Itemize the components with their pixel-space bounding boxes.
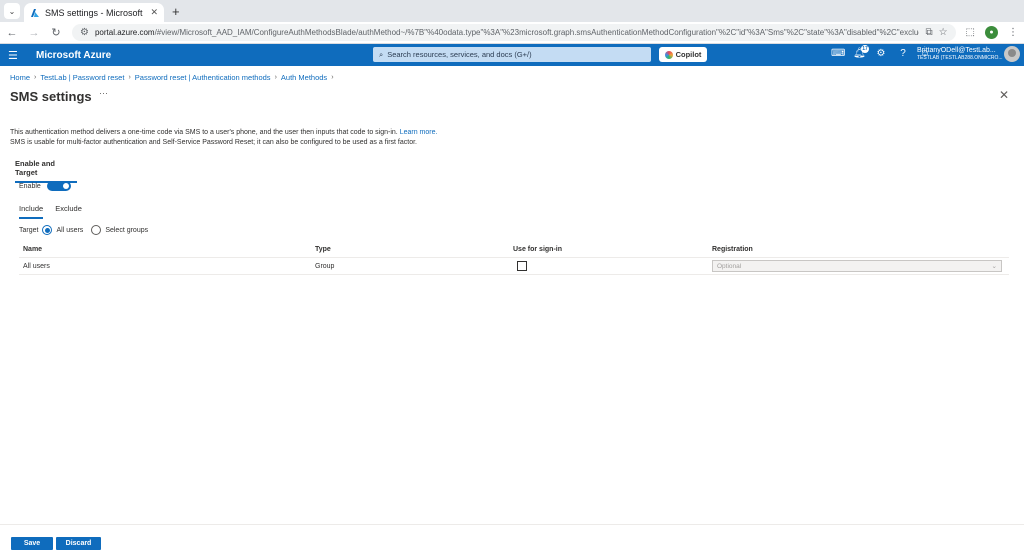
close-icon[interactable]: ✕ bbox=[999, 88, 1009, 102]
description: This authentication method delivers a on… bbox=[10, 128, 437, 148]
row-name: All users bbox=[23, 262, 50, 270]
reload-icon[interactable]: ↻ bbox=[50, 26, 62, 39]
column-header-name: Name bbox=[23, 245, 43, 253]
search-placeholder: Search resources, services, and docs (G+… bbox=[387, 50, 532, 59]
targets-grid: Name Type Use for sign-in Registration A… bbox=[19, 241, 1009, 275]
copilot-label: Copilot bbox=[675, 50, 702, 59]
profile-icon[interactable]: ● bbox=[985, 26, 998, 39]
target-row: Target All users Select groups bbox=[19, 225, 152, 235]
footer: Save Discard bbox=[0, 524, 1024, 559]
browser-menu-icon[interactable]: ⋮ bbox=[1008, 27, 1018, 38]
global-search-input[interactable]: ⌕ Search resources, services, and docs (… bbox=[373, 47, 651, 62]
cast-icon[interactable]: ⧉ bbox=[925, 27, 932, 38]
azure-brand[interactable]: Microsoft Azure bbox=[36, 50, 111, 61]
radio-select-groups-label[interactable]: Select groups bbox=[105, 227, 148, 234]
breadcrumb-auth-methods[interactable]: Password reset | Authentication methods bbox=[135, 73, 271, 82]
tab-include[interactable]: Include bbox=[19, 204, 44, 219]
chevron-right-icon: › bbox=[274, 74, 277, 81]
browser-tab-strip: ⌄ SMS settings - Microsoft ✕ + bbox=[0, 0, 1024, 22]
discard-button[interactable]: Discard bbox=[56, 537, 101, 550]
chevron-down-icon: ⌄ bbox=[991, 263, 997, 270]
url-field[interactable]: ⚙ portal.azure.com/#view/Microsoft_AAD_I… bbox=[72, 24, 956, 41]
use-for-sign-in-checkbox[interactable] bbox=[517, 261, 527, 271]
settings-icon[interactable]: ⚙ bbox=[875, 48, 887, 59]
more-options-icon[interactable]: ··· bbox=[99, 88, 108, 98]
portal-menu-icon[interactable]: ☰ bbox=[8, 49, 26, 62]
table-row: All users Group Optional ⌄ bbox=[19, 258, 1009, 275]
tab-title: SMS settings - Microsoft bbox=[45, 7, 143, 18]
row-type: Group bbox=[315, 262, 335, 270]
url-path: /#view/Microsoft_AAD_IAM/ConfigureAuthMe… bbox=[154, 28, 920, 37]
search-icon: ⌕ bbox=[379, 49, 384, 59]
notifications-icon[interactable]: 🔔︎ 17 bbox=[853, 45, 869, 59]
avatar[interactable] bbox=[1004, 46, 1020, 62]
notification-count-badge: 17 bbox=[861, 45, 869, 53]
account-tenant: TESTLAB (TESTLAB288.ONMICRO... bbox=[917, 55, 1003, 61]
enable-toggle[interactable] bbox=[46, 181, 71, 191]
column-header-sign-in: Use for sign-in bbox=[513, 245, 563, 253]
chevron-right-icon: › bbox=[128, 74, 131, 81]
azure-logo-icon bbox=[31, 8, 39, 17]
url-text: portal.azure.com/#view/Microsoft_AAD_IAM… bbox=[95, 28, 919, 37]
sign-in-cell bbox=[513, 261, 712, 271]
new-tab-icon[interactable]: + bbox=[172, 4, 180, 19]
tab-exclude[interactable]: Exclude bbox=[55, 204, 82, 219]
chevron-right-icon: › bbox=[331, 74, 334, 81]
back-icon[interactable]: ← bbox=[6, 27, 18, 39]
tab-search-chevron-icon[interactable]: ⌄ bbox=[4, 3, 20, 19]
registration-value: Optional bbox=[717, 262, 742, 270]
save-button[interactable]: Save bbox=[11, 537, 53, 550]
url-host: portal.azure.com bbox=[94, 28, 155, 37]
copilot-icon bbox=[664, 50, 673, 59]
azure-header: ☰ Microsoft Azure ⌕ Search resources, se… bbox=[0, 44, 1024, 66]
grid-header-row: Name Type Use for sign-in Registration bbox=[19, 241, 1009, 258]
breadcrumb-password-reset[interactable]: TestLab | Password reset bbox=[40, 73, 124, 82]
breadcrumb: Home › TestLab | Password reset › Passwo… bbox=[10, 73, 334, 82]
enable-row: Enable bbox=[19, 181, 71, 191]
chevron-right-icon: › bbox=[34, 74, 37, 81]
include-exclude-tabs: Include Exclude bbox=[19, 204, 82, 219]
account-menu[interactable]: BrittanyODell@TestLab... TESTLAB (TESTLA… bbox=[917, 47, 1003, 61]
description-line-1: This authentication method delivers a on… bbox=[10, 129, 398, 136]
column-header-registration: Registration bbox=[712, 245, 753, 253]
radio-all-users[interactable] bbox=[42, 225, 53, 235]
browser-tab[interactable]: SMS settings - Microsoft ✕ bbox=[24, 3, 164, 22]
page-title: SMS settings bbox=[10, 89, 92, 104]
learn-more-link[interactable]: Learn more. bbox=[400, 129, 438, 136]
extensions-icon[interactable]: ⬚ bbox=[966, 27, 975, 38]
description-line-2: SMS is usable for multi-factor authentic… bbox=[10, 139, 417, 146]
bookmark-star-icon[interactable]: ☆ bbox=[939, 27, 948, 38]
registration-cell: Optional ⌄ bbox=[712, 260, 1009, 272]
enable-label: Enable bbox=[19, 182, 41, 190]
account-name: BrittanyODell@TestLab... bbox=[917, 47, 996, 54]
radio-all-users-label[interactable]: All users bbox=[56, 227, 83, 234]
tab-enable-and-target[interactable]: Enable and Target bbox=[15, 159, 77, 183]
cloud-shell-icon[interactable]: ⌨ bbox=[831, 48, 845, 59]
site-settings-icon[interactable]: ⚙ bbox=[80, 27, 89, 38]
forward-icon[interactable]: → bbox=[28, 27, 40, 39]
address-toolbar: ← → ↻ ⚙ portal.azure.com/#view/Microsoft… bbox=[0, 22, 1024, 44]
tab-close-icon[interactable]: ✕ bbox=[150, 7, 158, 18]
header-icons: ⌨ 🔔︎ 17 ⚙ ? ☺ bbox=[831, 45, 931, 59]
copilot-button[interactable]: Copilot bbox=[659, 47, 707, 62]
help-icon[interactable]: ? bbox=[897, 48, 909, 59]
breadcrumb-home[interactable]: Home bbox=[10, 73, 30, 82]
target-label: Target bbox=[19, 226, 39, 234]
radio-select-groups[interactable] bbox=[91, 225, 102, 235]
registration-dropdown[interactable]: Optional ⌄ bbox=[712, 260, 1002, 272]
breadcrumb-auth-methods-blade[interactable]: Auth Methods bbox=[281, 73, 327, 82]
column-header-type: Type bbox=[315, 245, 331, 253]
